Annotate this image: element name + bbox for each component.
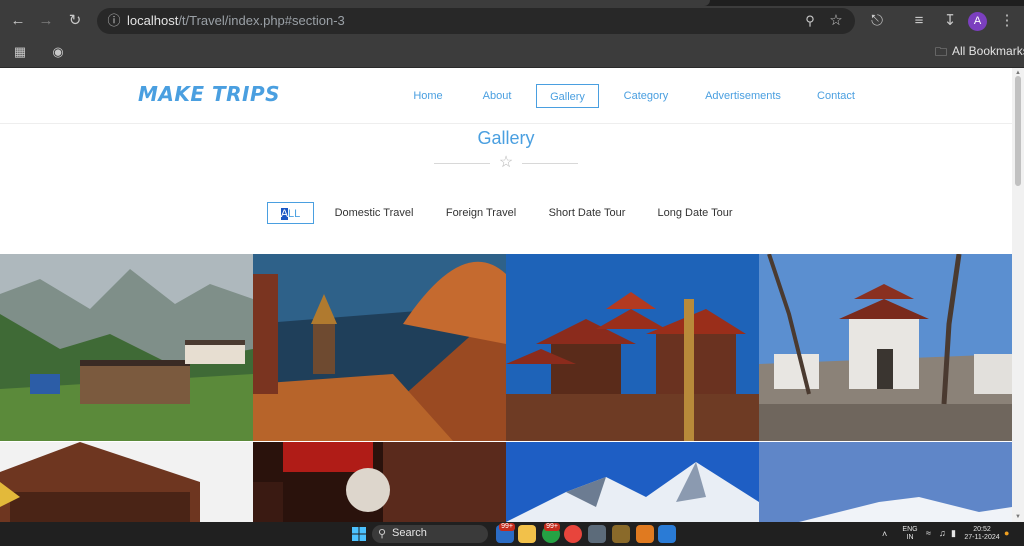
battery-icon[interactable]: ▮ <box>951 529 956 538</box>
title-divider-right <box>522 163 578 164</box>
volume-icon[interactable]: ♫ <box>939 529 946 538</box>
wifi-icon[interactable]: ≈ <box>926 529 931 538</box>
file-explorer-icon[interactable] <box>518 525 536 543</box>
gallery-photo-snow-range[interactable] <box>759 442 1012 522</box>
filter-all-label-rest: LL <box>288 208 301 220</box>
site-navbar: MAKE TRIPS Home About Gallery Category A… <box>0 68 1012 124</box>
section-title: Gallery <box>477 128 535 148</box>
nav-gallery[interactable]: Gallery <box>536 84 599 108</box>
gallery-photo-mountain-village[interactable] <box>0 254 253 441</box>
zoom-icon[interactable]: ⚲ <box>799 11 821 31</box>
site-logo[interactable]: MAKE TRIPS <box>138 82 280 106</box>
gallery-photo-carved-palace[interactable] <box>0 442 253 522</box>
scroll-down-icon[interactable]: ▼ <box>1014 514 1022 520</box>
scrollbar-thumb[interactable] <box>1015 76 1021 186</box>
title-divider-left <box>434 163 490 164</box>
filter-all[interactable]: ALL <box>267 202 314 224</box>
badge-count-2: 99+ <box>544 523 560 531</box>
bookmarks-bar: ▦ ◉ 🗀 All Bookmarks <box>0 36 1024 68</box>
clock-time: 20:52 <box>973 526 991 533</box>
web-page: MAKE TRIPS Home About Gallery Category A… <box>0 68 1012 522</box>
region-code: IN <box>906 534 914 541</box>
globe-icon[interactable]: ◉ <box>47 42 69 62</box>
clock[interactable]: 20:52 27-11-2024 <box>962 526 1002 542</box>
nav-home[interactable]: Home <box>404 84 452 108</box>
profile-avatar[interactable]: A <box>968 12 987 31</box>
filter-short-date-tour[interactable]: Short Date Tour <box>544 202 630 224</box>
os-taskbar: ⚲ Search 99+ 99+ ˄ ENG IN ≈ ♫ ▮ 20:52 27-1… <box>0 522 1024 546</box>
address-bar[interactable]: ⓘ localhost/t/Travel/index.php#section-3… <box>97 8 855 34</box>
search-icon: ⚲ <box>378 528 387 540</box>
badge-count-1: 99+ <box>499 523 515 531</box>
url-host: localhost <box>127 13 179 28</box>
gallery-photo-mountain-temple[interactable] <box>759 254 1012 441</box>
nav-about[interactable]: About <box>474 84 520 108</box>
forward-arrow-icon[interactable]: → <box>35 11 57 31</box>
settings-icon[interactable] <box>588 525 606 543</box>
tray-chevron-icon[interactable]: ˄ <box>882 530 887 539</box>
star-icon[interactable]: ☆ <box>825 11 847 31</box>
reading-list-icon[interactable]: ≡ <box>908 11 930 31</box>
url-path: /t/Travel/index.php#section-3 <box>178 13 345 28</box>
vscode-icon[interactable] <box>658 525 676 543</box>
filter-foreign-travel[interactable]: Foreign Travel <box>440 202 522 224</box>
notification-bell-icon[interactable]: ● <box>1004 529 1009 538</box>
search-label: Search <box>392 527 427 539</box>
gallery-photo-everest[interactable] <box>506 442 759 522</box>
nav-category[interactable]: Category <box>616 84 676 108</box>
xampp-icon[interactable] <box>636 525 654 543</box>
gallery-photo-durbar-square[interactable] <box>506 254 759 441</box>
taskbar-search[interactable]: ⚲ Search <box>372 525 488 543</box>
all-bookmarks-link[interactable]: All Bookmarks <box>952 44 1024 58</box>
gallery-grid <box>0 254 1012 522</box>
star-outline-icon: ☆ <box>498 154 514 171</box>
lang-code: ENG <box>902 526 918 533</box>
menu-dots-icon[interactable]: ⋮ <box>996 11 1018 31</box>
apps-grid-icon[interactable]: ▦ <box>9 42 31 62</box>
chrome-icon[interactable] <box>564 525 582 543</box>
nav-advertisements[interactable]: Advertisements <box>700 84 786 108</box>
gallery-photo-stupa-dusk[interactable] <box>253 254 506 441</box>
filter-domestic-travel[interactable]: Domestic Travel <box>330 202 418 224</box>
windows-start-icon[interactable] <box>350 525 368 543</box>
clock-date: 27-11-2024 <box>964 534 1000 541</box>
download-icon[interactable]: ↧ <box>939 11 961 31</box>
page-scrollbar[interactable]: ▲ ▼ <box>1012 68 1024 522</box>
filter-all-label-highlight: A <box>280 208 289 220</box>
gallery-photo-night-signage[interactable] <box>253 442 506 522</box>
folder-icon: 🗀 <box>934 45 947 59</box>
filter-long-date-tour[interactable]: Long Date Tour <box>654 202 736 224</box>
app-icon-tools[interactable] <box>612 525 630 543</box>
nav-contact[interactable]: Contact <box>810 84 862 108</box>
url-text[interactable]: localhost/t/Travel/index.php#section-3 <box>127 13 345 28</box>
browser-toolbar: ← → ↻ ⓘ localhost/t/Travel/index.php#sec… <box>0 6 1024 36</box>
info-icon[interactable]: ⓘ <box>105 12 123 30</box>
reload-icon[interactable]: ↻ <box>64 11 86 31</box>
extensions-icon[interactable]: ⎋ <box>866 11 888 31</box>
language-indicator[interactable]: ENG IN <box>900 526 920 542</box>
back-arrow-icon[interactable]: ← <box>7 11 29 31</box>
